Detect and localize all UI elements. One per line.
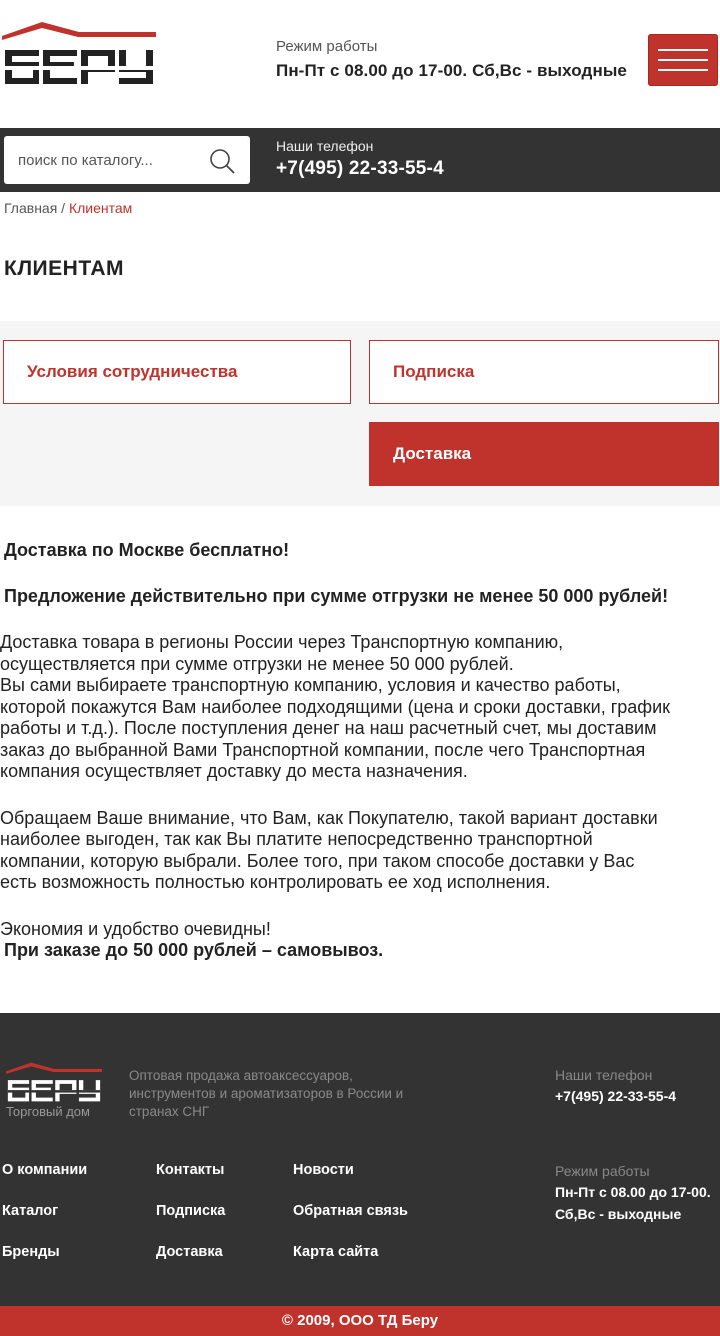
breadcrumb-separator: / <box>57 200 69 216</box>
copyright: © 2009, ООО ТД Беру <box>0 1306 720 1336</box>
search-icon[interactable] <box>208 147 236 175</box>
site-header: Режим работы Пн-Пт с 08.00 до 17-00. Сб,… <box>0 0 720 128</box>
tab-cooperation[interactable]: Условия сотрудничества <box>3 340 351 404</box>
footer-logo-image <box>6 1062 102 1102</box>
footer-phones: Наши телефон +7(495) 22-33-55-4 <box>555 1067 676 1107</box>
logo-image <box>2 22 156 84</box>
tab-subscription[interactable]: Подписка <box>369 340 719 404</box>
footer-hours-line-1: Пн-Пт с 08.00 до 17-00. <box>555 1184 711 1200</box>
footer-link-about[interactable]: О компании <box>2 1162 87 1178</box>
search-bar: Наши телефон +7(495) 22-33-55-4 <box>0 128 720 192</box>
footer-description: Оптовая продажа автоаксессуаров, инструм… <box>129 1068 404 1119</box>
footer-link-brands[interactable]: Бренды <box>2 1244 60 1260</box>
text-line: заказ до выбранной Вами Транспортной ком… <box>0 739 646 760</box>
breadcrumb-current: Клиентам <box>68 200 133 216</box>
content-pickup-note: При заказе до 50 000 рублей – самовывоз. <box>4 940 384 960</box>
text-line: работы и т.д.). После поступления денег … <box>0 718 657 738</box>
text-line: компании, которую выбрали. Более того, п… <box>0 850 635 871</box>
content-paragraph-3: Экономия и удобство очевидны! <box>0 918 271 939</box>
footer-link-delivery[interactable]: Доставка <box>156 1244 223 1260</box>
content-paragraph-2: Обращаем Ваше внимание, что Вам, как Пок… <box>0 808 720 894</box>
footer-hours-line-2: Сб,Вс - выходные <box>555 1206 682 1222</box>
footer-phone-number[interactable]: +7(495) 22-33-55-4 <box>555 1085 676 1107</box>
hamburger-icon <box>658 49 708 51</box>
footer-link-catalog[interactable]: Каталог <box>2 1203 58 1219</box>
content-paragraph-1: Доставка товара в регионы России через Т… <box>0 632 720 783</box>
text-line: наиболее выгоден, так как Вы платите неп… <box>0 829 593 849</box>
text-line: компания осуществляет доставку до места … <box>0 761 468 781</box>
text-line: осуществляется при сумме отгрузки не мен… <box>0 653 514 674</box>
content-heading-1: Доставка по Москве бесплатно! <box>4 540 290 560</box>
phone-number[interactable]: +7(495) 22-33-55-4 <box>276 158 444 180</box>
search-input[interactable] <box>4 136 204 184</box>
footer-hours: Режим работы Пн-Пт с 08.00 до 17-00. Сб,… <box>555 1163 711 1225</box>
footer-link-news[interactable]: Новости <box>293 1162 354 1178</box>
hamburger-icon-line <box>658 69 708 71</box>
footer-link-contacts[interactable]: Контакты <box>156 1162 224 1178</box>
page-title: КЛИЕНТАМ <box>4 257 124 280</box>
footer-subtitle: Торговый дом <box>6 1104 90 1119</box>
footer-link-feedback[interactable]: Обратная связь <box>293 1203 408 1219</box>
breadcrumb: Главная / Клиентам <box>4 200 132 216</box>
text-line: есть возможность полностью контролироват… <box>0 872 551 892</box>
header-phones: Наши телефон +7(495) 22-33-55-4 <box>276 138 444 180</box>
footer-link-subscription[interactable]: Подписка <box>156 1203 225 1219</box>
text-line: Обращаем Ваше внимание, что Вам, как Пок… <box>0 807 658 828</box>
working-hours-label: Режим работы <box>276 38 378 55</box>
hamburger-icon-line <box>658 59 708 61</box>
search-box <box>4 136 250 184</box>
text-line: Доставка товара в регионы России через Т… <box>0 632 564 652</box>
section-tabs: Условия сотрудничества Подписка Доставка <box>0 321 720 506</box>
text-line: которой покажутся Вам наиболее подходящи… <box>0 696 671 717</box>
delivery-content: Доставка по Москве бесплатно! Предложени… <box>0 540 720 962</box>
site-footer: Торговый дом Оптовая продажа автоаксессу… <box>0 1013 720 1306</box>
footer-hours-label: Режим работы <box>555 1163 650 1179</box>
footer-phones-label: Наши телефон <box>555 1067 653 1083</box>
working-hours: Режим работы Пн-Пт с 08.00 до 17-00. Сб,… <box>276 38 627 81</box>
content-heading-2: Предложение действительно при сумме отгр… <box>4 585 669 606</box>
logo[interactable] <box>2 20 156 86</box>
phones-label: Наши телефон <box>276 138 374 154</box>
menu-button[interactable] <box>648 34 718 86</box>
breadcrumb-home[interactable]: Главная <box>4 200 57 216</box>
footer-link-sitemap[interactable]: Карта сайта <box>293 1244 378 1260</box>
tab-delivery[interactable]: Доставка <box>369 422 719 486</box>
working-hours-value: Пн-Пт с 08.00 до 17-00. Сб,Вс - выходные <box>276 61 627 80</box>
text-line: Вы сами выбираете транспортную компанию,… <box>0 675 621 695</box>
footer-logo[interactable] <box>6 1061 102 1103</box>
